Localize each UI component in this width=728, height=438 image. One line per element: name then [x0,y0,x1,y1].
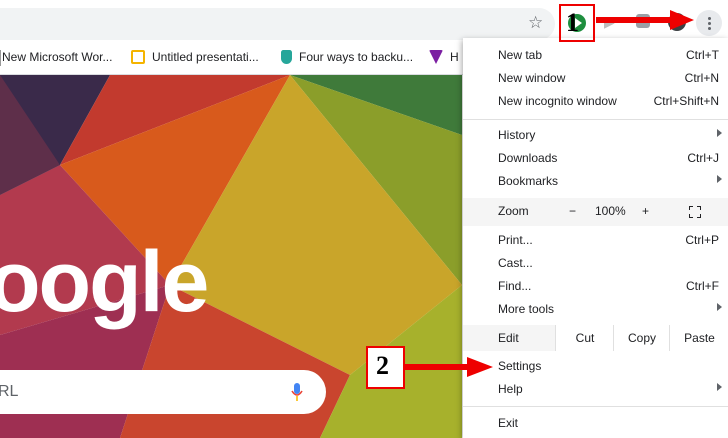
bookmark-item-backup[interactable]: Four ways to backu... [281,44,413,74]
divider [0,50,1,66]
menu-item-downloads[interactable]: Downloads Ctrl+J [463,147,728,169]
submenu-arrow-icon [717,303,722,311]
bookmark-item-h[interactable]: H [429,44,459,74]
menu-divider [463,119,728,120]
menu-item-settings[interactable]: Settings [463,355,728,377]
address-bar[interactable] [0,8,555,40]
annotation-number-2: 2 [376,351,389,380]
menu-item-new-tab[interactable]: New tab Ctrl+T [463,44,728,66]
menu-item-exit[interactable]: Exit [463,412,728,434]
search-placeholder: RL [0,383,19,400]
submenu-arrow-icon [717,129,722,137]
menu-divider [463,406,728,407]
menu-item-more-tools[interactable]: More tools [463,298,728,320]
menu-item-new-window[interactable]: New window Ctrl+N [463,67,728,89]
chrome-main-menu: New tab Ctrl+T New window Ctrl+N New inc… [463,38,728,438]
bookmark-star-icon[interactable]: ☆ [528,13,543,33]
fullscreen-icon[interactable] [689,206,701,218]
bookmark-label: Untitled presentati... [152,50,259,64]
menu-item-bookmarks[interactable]: Bookmarks [463,170,728,192]
google-logo: oogle [0,234,209,330]
menu-item-find[interactable]: Find... Ctrl+F [463,275,728,297]
menu-item-new-incognito-window[interactable]: New incognito window Ctrl+Shift+N [463,90,728,112]
bookmark-item-slides[interactable]: Untitled presentati... [131,44,259,74]
zoom-level: 100% [595,204,626,218]
zoom-row: Zoom − 100% + [463,198,728,226]
shield-site-icon [281,50,292,64]
menu-item-help[interactable]: Help [463,378,728,400]
cut-button[interactable]: Cut [555,325,614,351]
submenu-arrow-icon [717,383,722,391]
annotation-number-1: 1 [566,8,579,37]
edit-row: Edit Cut Copy Paste [463,325,728,351]
customize-menu-button[interactable] [696,10,722,36]
zoom-in-button[interactable]: + [642,204,649,218]
submenu-arrow-icon [717,175,722,183]
bookmark-item-word[interactable]: New Microsoft Wor... [2,44,112,74]
copy-button[interactable]: Copy [613,325,670,351]
search-box[interactable] [0,370,326,414]
microphone-icon[interactable] [291,381,303,405]
v-logo-icon [429,50,443,64]
slides-icon [131,50,145,64]
menu-item-print[interactable]: Print... Ctrl+P [463,229,728,251]
annotation-arrow-2-icon [405,357,493,377]
edit-label: Edit [498,331,519,345]
paste-button[interactable]: Paste [669,325,728,351]
zoom-label: Zoom [498,204,529,218]
annotation-arrow-1-icon [596,10,694,30]
bookmark-label: Four ways to backu... [299,50,414,64]
menu-item-history[interactable]: History [463,124,728,146]
zoom-out-button[interactable]: − [569,204,576,218]
bookmark-label: H [450,50,459,64]
bookmark-label: New Microsoft Wor... [2,50,113,64]
menu-item-cast[interactable]: Cast... [463,252,728,274]
